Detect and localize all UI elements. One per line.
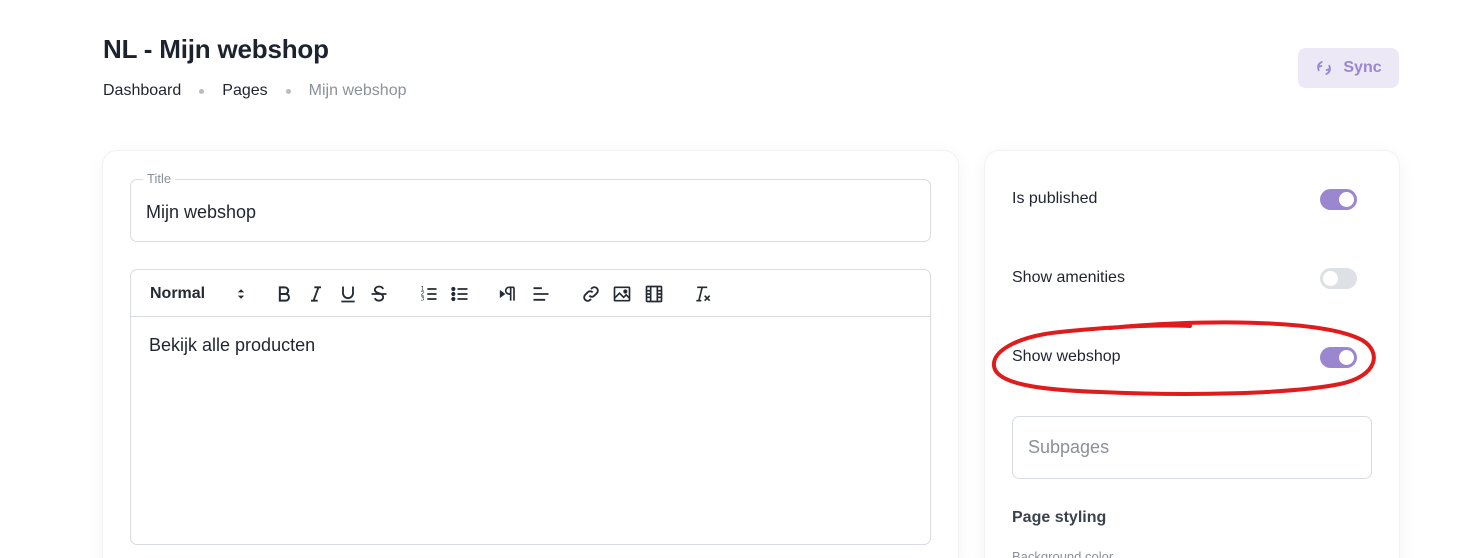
video-icon [645,285,663,303]
title-input[interactable]: Mijn webshop [146,202,256,223]
ordered-list-button[interactable]: 123 [419,283,439,305]
editor-toolbar: Normal 123 [131,270,930,317]
link-button[interactable] [581,283,601,305]
align-button[interactable] [531,283,551,305]
page-title: NL - Mijn webshop [103,34,329,64]
toggle-row-show-amenities: Show amenities [1012,266,1357,290]
bold-button[interactable] [274,283,294,305]
video-button[interactable] [644,283,664,305]
breadcrumb-dashboard[interactable]: Dashboard [103,82,181,100]
breadcrumb: Dashboard Pages Mijn webshop [103,82,406,100]
sync-button[interactable]: Sync [1298,48,1399,88]
image-button[interactable] [612,283,632,305]
breadcrumb-separator [199,88,205,94]
text-style-value: Normal [150,285,206,302]
subpages-placeholder: Subpages [1028,437,1110,457]
page-form-card: Title Mijn webshop Normal 123 Bekijk all… [103,151,958,558]
toggle-knob [1339,349,1354,365]
sync-label: Sync [1343,59,1382,76]
underline-button[interactable] [338,283,358,305]
is-published-toggle[interactable] [1320,188,1357,210]
toggle-knob [1339,191,1354,207]
background-color-label: Background color [1012,549,1114,558]
toggle-row-is-published: Is published [1012,187,1357,211]
text-direction-button[interactable] [499,283,519,305]
bullet-list-icon [451,286,468,302]
is-published-label: Is published [1012,190,1098,207]
page-styling-heading: Page styling [1012,509,1107,526]
subpages-field[interactable]: Subpages [1012,416,1372,479]
show-webshop-toggle[interactable] [1320,346,1357,368]
title-label: Title [143,171,176,186]
show-amenities-label: Show amenities [1012,269,1125,286]
sync-icon [1317,61,1332,75]
title-field[interactable]: Title Mijn webshop [130,171,931,242]
strikethrough-icon [371,285,387,302]
ordered-list-icon: 123 [421,287,437,303]
svg-text:3: 3 [421,297,425,303]
show-webshop-label: Show webshop [1012,348,1121,365]
toggle-row-show-webshop: Show webshop [1012,345,1357,369]
underline-icon [341,286,355,303]
strikethrough-button[interactable] [369,283,389,305]
select-arrows-icon [237,289,245,299]
bullet-list-button[interactable] [450,283,470,305]
text-style-select[interactable]: Normal [150,283,246,305]
settings-card: Is published Show amenities Show webshop… [985,151,1399,558]
rich-text-editor[interactable]: Normal 123 Bekijk alle producten [130,269,931,545]
bold-icon [278,286,290,302]
rtl-direction-icon [499,286,515,301]
toggle-knob [1323,270,1338,286]
breadcrumb-pages[interactable]: Pages [222,82,267,100]
link-icon [583,286,599,302]
clear-format-button[interactable] [693,283,713,305]
show-amenities-toggle[interactable] [1320,267,1357,289]
breadcrumb-separator [285,88,291,94]
italic-button[interactable] [306,283,326,305]
clear-format-icon [696,286,711,302]
italic-icon [311,286,321,302]
editor-content[interactable]: Bekijk alle producten [131,317,930,374]
image-icon [613,286,631,302]
breadcrumb-current: Mijn webshop [308,82,407,99]
align-icon [533,287,549,301]
